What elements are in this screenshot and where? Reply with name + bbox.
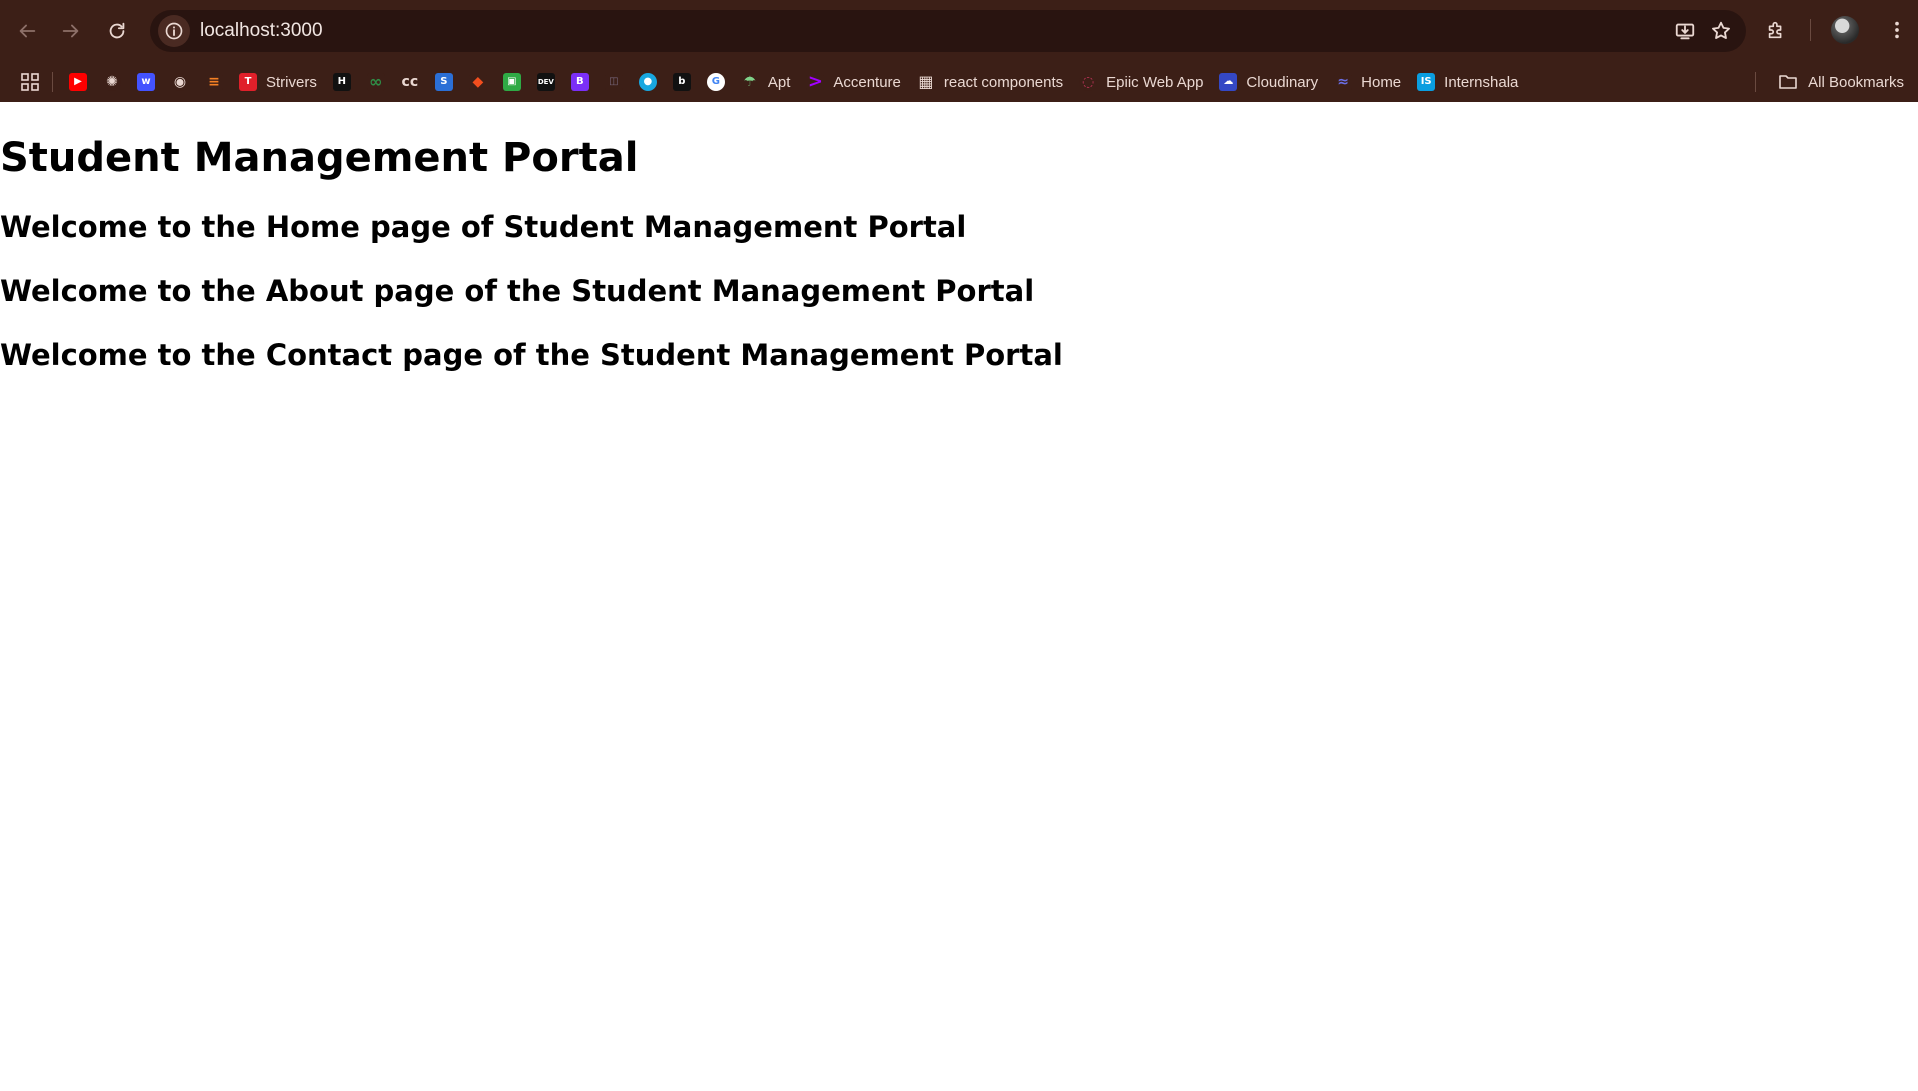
bookmark-bing[interactable]: b	[665, 67, 699, 97]
contact-welcome-heading: Welcome to the Contact page of the Stude…	[0, 337, 1063, 372]
all-bookmarks-divider	[1755, 72, 1756, 92]
bookmark-tuf[interactable]: T Strivers	[231, 67, 325, 97]
reload-button[interactable]	[98, 12, 136, 50]
bookmark-home-bookmark[interactable]: ≈ Home	[1326, 67, 1409, 97]
back-button[interactable]	[8, 12, 46, 50]
bookmarks-divider	[52, 72, 53, 92]
bookmarks-bar: ▶ ✺ w ◉ ≡ T Strivers H ∞ cc S ◆ ▣ DEV B ◫ ● b G ☂ Apt > Accent…	[0, 62, 1918, 102]
about-welcome-heading: Welcome to the About page of the Student…	[0, 273, 1035, 308]
react-components-icon: ▦	[916, 72, 935, 91]
gemini-icon: ◫	[604, 73, 623, 91]
bookmark-github[interactable]: ◉	[163, 67, 197, 97]
epiic-icon: ◌	[1079, 73, 1098, 91]
chatgpt-icon: ✺	[103, 73, 121, 91]
star-icon	[1712, 21, 1730, 39]
install-app-button[interactable]	[1670, 16, 1700, 46]
hackerrank-icon: H	[332, 73, 351, 91]
stackoverflow-icon: ≡	[205, 73, 223, 91]
bookmark-label: Cloudinary	[1246, 73, 1319, 91]
menu-button[interactable]	[1879, 12, 1915, 48]
github-icon: ◉	[171, 73, 189, 91]
cloudinary-icon: ☁	[1219, 73, 1238, 91]
bing-icon: b	[672, 73, 691, 91]
bookmark-list: ▶ ✺ w ◉ ≡ T Strivers H ∞ cc S ◆ ▣ DEV B ◫ ● b G ☂ Apt > Accent…	[61, 67, 1526, 97]
folder-icon	[1779, 75, 1797, 89]
leetcode-icon: S	[434, 73, 453, 91]
bookmark-figma[interactable]: ◆	[461, 67, 495, 97]
more-vertical-icon	[1895, 21, 1899, 39]
accenture-icon: >	[806, 71, 825, 92]
youtube-icon: ▶	[69, 73, 87, 91]
apps-grid-icon	[21, 73, 39, 91]
bookmark-accenture[interactable]: > Accenture	[798, 67, 909, 97]
info-icon	[165, 22, 183, 40]
bookmark-hackerrank[interactable]: H	[325, 67, 359, 97]
tuf-icon: T	[239, 73, 257, 91]
bookmark-label: Internshala	[1444, 73, 1519, 91]
browser-toolbar: localhost:3000	[0, 0, 1918, 62]
geeksforgeeks-icon: ∞	[366, 73, 385, 91]
install-icon	[1675, 23, 1695, 40]
dev-to-icon: DEV	[536, 73, 555, 91]
bookmark-star-button[interactable]	[1706, 16, 1736, 46]
arrow-left-icon	[19, 24, 36, 38]
browser-chrome: localhost:3000 ▶ ✺ w ◉ ≡ T Strivers H ∞ …	[0, 0, 1918, 102]
bookmark-youtube[interactable]: ▶	[61, 67, 95, 97]
toolbar-divider	[1810, 19, 1811, 41]
bookmark-label: react components	[943, 73, 1064, 91]
messenger-icon: ●	[638, 73, 657, 91]
internshala-icon: IS	[1417, 73, 1436, 91]
greentree-icon: ▣	[502, 73, 521, 91]
address-bar[interactable]: localhost:3000	[150, 10, 1746, 52]
bookmark-label: Apt	[767, 73, 791, 91]
bookmark-label: Strivers	[266, 73, 317, 91]
bookmark-gemini[interactable]: ◫	[597, 67, 631, 97]
extensions-button[interactable]	[1758, 12, 1794, 48]
site-info-button[interactable]	[158, 15, 190, 47]
bookmark-internshala[interactable]: IS Internshala	[1409, 67, 1526, 97]
all-bookmarks-button[interactable]: All Bookmarks	[1778, 67, 1904, 97]
codechef-icon: cc	[400, 73, 419, 91]
bookmark-stackoverflow[interactable]: ≡	[197, 67, 231, 97]
page-content: Student Management Portal Welcome to the…	[0, 134, 1918, 372]
bookmark-chatgpt[interactable]: ✺	[95, 67, 129, 97]
bookmark-greentree[interactable]: ▣	[495, 67, 529, 97]
home-bookmark-icon: ≈	[1334, 73, 1353, 91]
profile-button[interactable]	[1827, 12, 1863, 48]
forward-button[interactable]	[52, 12, 90, 50]
bookmark-apt[interactable]: ☂ Apt	[733, 67, 799, 97]
all-bookmarks-label: All Bookmarks	[1808, 73, 1904, 91]
bookmark-epiic[interactable]: ◌ Epiic Web App	[1071, 67, 1211, 97]
home-welcome-heading: Welcome to the Home page of Student Mana…	[0, 210, 967, 244]
apt-icon: ☂	[740, 73, 759, 91]
bootstrap-icon: B	[570, 73, 589, 91]
bookmark-leetcode[interactable]: S	[427, 67, 461, 97]
bookmark-label: Accenture	[833, 73, 901, 91]
bookmark-react-components[interactable]: ▦ react components	[909, 67, 1071, 97]
google-icon: G	[706, 73, 725, 91]
apps-button[interactable]	[20, 67, 48, 97]
bookmark-codechef[interactable]: cc	[393, 67, 427, 97]
bookmark-bootstrap[interactable]: B	[563, 67, 597, 97]
page-title: Student Management Portal	[0, 135, 639, 181]
bookmark-webflow[interactable]: w	[129, 67, 163, 97]
avatar	[1831, 16, 1859, 44]
bookmark-google[interactable]: G	[699, 67, 733, 97]
arrow-right-icon	[62, 24, 79, 38]
bookmark-label: Home	[1361, 73, 1402, 91]
bookmark-cloudinary[interactable]: ☁ Cloudinary	[1211, 67, 1326, 97]
webflow-icon: w	[137, 73, 155, 91]
puzzle-icon	[1768, 21, 1782, 39]
figma-icon: ◆	[468, 73, 487, 91]
reload-icon	[109, 22, 125, 39]
bookmark-label: Epiic Web App	[1106, 73, 1204, 91]
bookmark-dev-to[interactable]: DEV	[529, 67, 563, 97]
bookmark-messenger[interactable]: ●	[631, 67, 665, 97]
bookmark-geeksforgeeks[interactable]: ∞	[359, 67, 393, 97]
url-text[interactable]: localhost:3000	[200, 20, 323, 42]
